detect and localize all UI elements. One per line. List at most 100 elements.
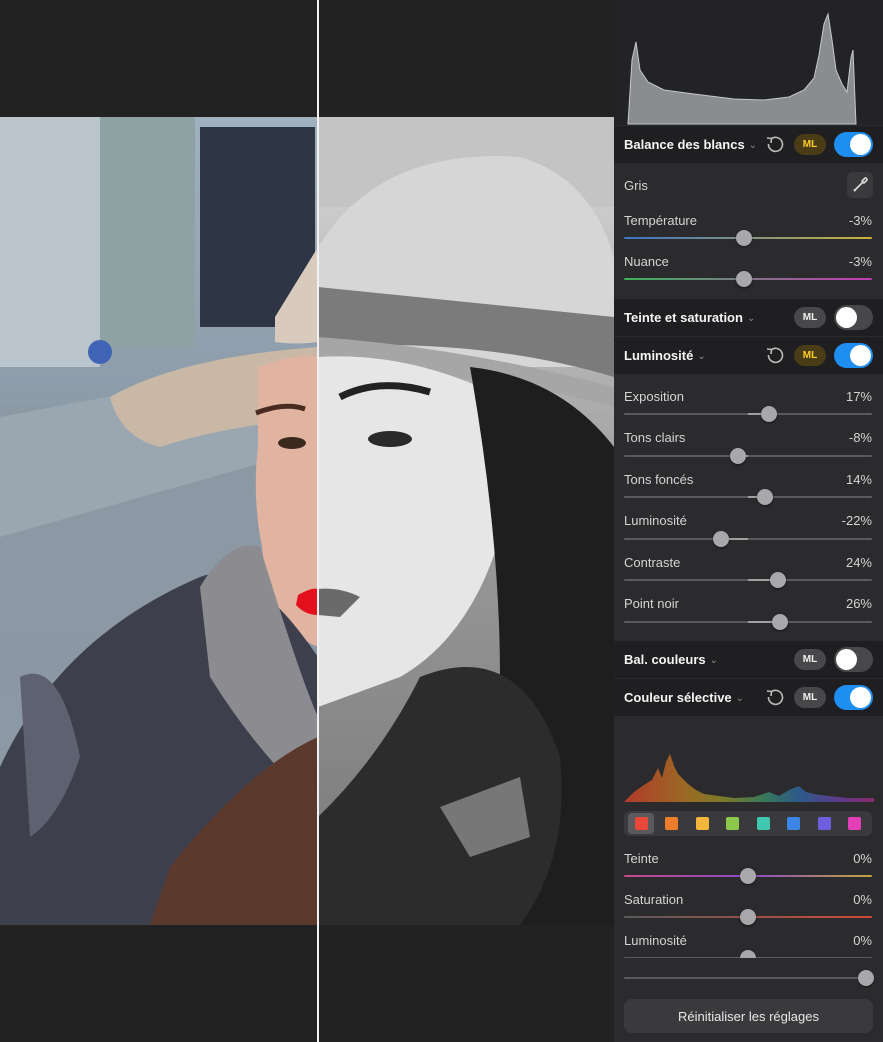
scroll-slider-thumb[interactable] xyxy=(858,970,874,986)
toggle-selective-color[interactable] xyxy=(834,685,873,710)
color-swatch[interactable] xyxy=(720,813,746,834)
slider-track-contrast[interactable] xyxy=(624,572,872,588)
ml-badge-luminosity[interactable]: ML xyxy=(794,345,826,366)
slider-label-tint: Nuance xyxy=(624,254,669,269)
ml-badge-selective-color[interactable]: ML xyxy=(794,687,826,708)
slider-value-black-point: 26% xyxy=(845,596,872,611)
slider-thumb-saturation[interactable] xyxy=(740,909,756,925)
scroll-slider-track[interactable] xyxy=(624,970,874,986)
color-swatch-chip xyxy=(848,817,862,830)
slider-value-hue: 0% xyxy=(853,851,872,866)
slider-thumb-black-point[interactable] xyxy=(772,614,789,630)
slider-thumb-contrast[interactable] xyxy=(769,572,786,588)
toggle-knob xyxy=(850,345,871,366)
color-swatch-chip xyxy=(787,817,801,830)
slider-value-exposure: 17% xyxy=(845,389,872,404)
section-title-selective-color: Couleur sélective xyxy=(624,690,732,705)
slider-track-temperature[interactable] xyxy=(624,230,872,246)
slider-thumb-highlights[interactable] xyxy=(730,448,747,464)
slider-label-brightness: Luminosité xyxy=(624,513,687,528)
section-header-selective-color[interactable]: Couleur sélective ⌄ ML xyxy=(614,679,883,716)
slider-value-highlights: -8% xyxy=(848,430,872,445)
slider-thumb-temperature[interactable] xyxy=(736,230,753,246)
before-after-divider[interactable] xyxy=(317,0,319,1042)
slider-track-hue[interactable] xyxy=(624,868,872,884)
color-swatch-chip xyxy=(756,817,770,830)
section-title-luminosity: Luminosité xyxy=(624,348,694,363)
toggle-knob xyxy=(850,687,871,708)
slider-label-sel-luminosity: Luminosité xyxy=(624,933,687,948)
toggle-color-balance[interactable] xyxy=(834,647,873,672)
photo-preview[interactable] xyxy=(0,117,614,925)
luminance-histogram xyxy=(614,0,883,125)
chevron-down-icon: ⌄ xyxy=(735,693,745,704)
slider-thumb-brightness[interactable] xyxy=(712,531,729,547)
eyedropper-icon xyxy=(853,177,868,192)
reset-icon[interactable] xyxy=(765,135,785,155)
adjustments-panel: Balance des blancs ⌄ ML Gris Température … xyxy=(614,0,883,1042)
slider-value-temperature: -3% xyxy=(848,213,872,228)
slider-value-saturation: 0% xyxy=(853,892,872,907)
color-swatch[interactable] xyxy=(659,813,685,834)
color-swatch-bar xyxy=(624,811,872,836)
color-swatch-chip xyxy=(634,817,648,830)
section-header-white-balance[interactable]: Balance des blancs ⌄ ML xyxy=(614,126,883,163)
section-header-color-balance[interactable]: Bal. couleurs ⌄ ML xyxy=(614,641,883,678)
slider-value-tint: -3% xyxy=(848,254,872,269)
chevron-down-icon: ⌄ xyxy=(748,140,758,151)
slider-label-temperature: Température xyxy=(624,213,697,228)
slider-label-contrast: Contraste xyxy=(624,555,681,570)
color-swatch-chip xyxy=(665,817,679,830)
toggle-knob xyxy=(850,134,871,155)
reset-all-button[interactable]: Réinitialiser les réglages xyxy=(624,999,873,1033)
slider-track-saturation[interactable] xyxy=(624,909,872,925)
slider-thumb-exposure[interactable] xyxy=(761,406,778,422)
toggle-hue-saturation[interactable] xyxy=(834,305,873,330)
slider-thumb-shadows[interactable] xyxy=(757,489,774,505)
slider-value-brightness: -22% xyxy=(841,513,872,528)
slider-value-contrast: 24% xyxy=(845,555,872,570)
color-swatch[interactable] xyxy=(842,813,868,834)
chevron-down-icon: ⌄ xyxy=(709,655,719,666)
toggle-luminosity[interactable] xyxy=(834,343,873,368)
section-header-hue-saturation[interactable]: Teinte et saturation ⌄ ML xyxy=(614,299,883,336)
image-canvas[interactable] xyxy=(0,0,614,1042)
ml-badge-white-balance[interactable]: ML xyxy=(794,134,826,155)
slider-label-shadows: Tons foncés xyxy=(624,472,694,487)
reset-icon[interactable] xyxy=(765,346,785,366)
slider-track-tint[interactable] xyxy=(624,271,872,287)
slider-track-black-point[interactable] xyxy=(624,614,872,630)
color-swatch[interactable] xyxy=(628,813,655,834)
eyedropper-button[interactable] xyxy=(847,172,873,198)
ml-badge-color-balance[interactable]: ML xyxy=(794,649,826,670)
section-title-white-balance: Balance des blancs xyxy=(624,137,745,152)
toggle-white-balance[interactable] xyxy=(834,132,873,157)
slider-track-brightness[interactable] xyxy=(624,531,872,547)
color-swatch-chip xyxy=(695,817,709,830)
slider-label-hue: Teinte xyxy=(624,851,659,866)
slider-value-shadows: 14% xyxy=(845,472,872,487)
portrait-photo xyxy=(0,117,614,925)
color-swatch[interactable] xyxy=(781,813,807,834)
color-swatch[interactable] xyxy=(689,813,715,834)
section-title-hue-saturation: Teinte et saturation xyxy=(624,310,743,325)
slider-value-sel-luminosity: 0% xyxy=(853,933,872,948)
section-header-luminosity[interactable]: Luminosité ⌄ ML xyxy=(614,337,883,374)
color-swatch[interactable] xyxy=(750,813,776,834)
ml-badge-hue-saturation[interactable]: ML xyxy=(794,307,826,328)
color-swatch[interactable] xyxy=(811,813,837,834)
slider-label-exposure: Exposition xyxy=(624,389,684,404)
chevron-down-icon: ⌄ xyxy=(697,351,706,362)
slider-track-highlights[interactable] xyxy=(624,448,872,464)
color-histogram xyxy=(624,754,874,802)
slider-thumb-tint[interactable] xyxy=(736,271,753,287)
color-swatch-chip xyxy=(726,817,740,830)
slider-thumb-hue[interactable] xyxy=(740,868,756,884)
reset-icon[interactable] xyxy=(765,688,785,708)
slider-track-shadows[interactable] xyxy=(624,489,872,505)
slider-track-exposure[interactable] xyxy=(624,406,872,422)
toggle-knob xyxy=(836,307,857,328)
toggle-knob xyxy=(836,649,857,670)
section-title-color-balance: Bal. couleurs xyxy=(624,652,706,667)
gray-label: Gris xyxy=(624,178,648,193)
